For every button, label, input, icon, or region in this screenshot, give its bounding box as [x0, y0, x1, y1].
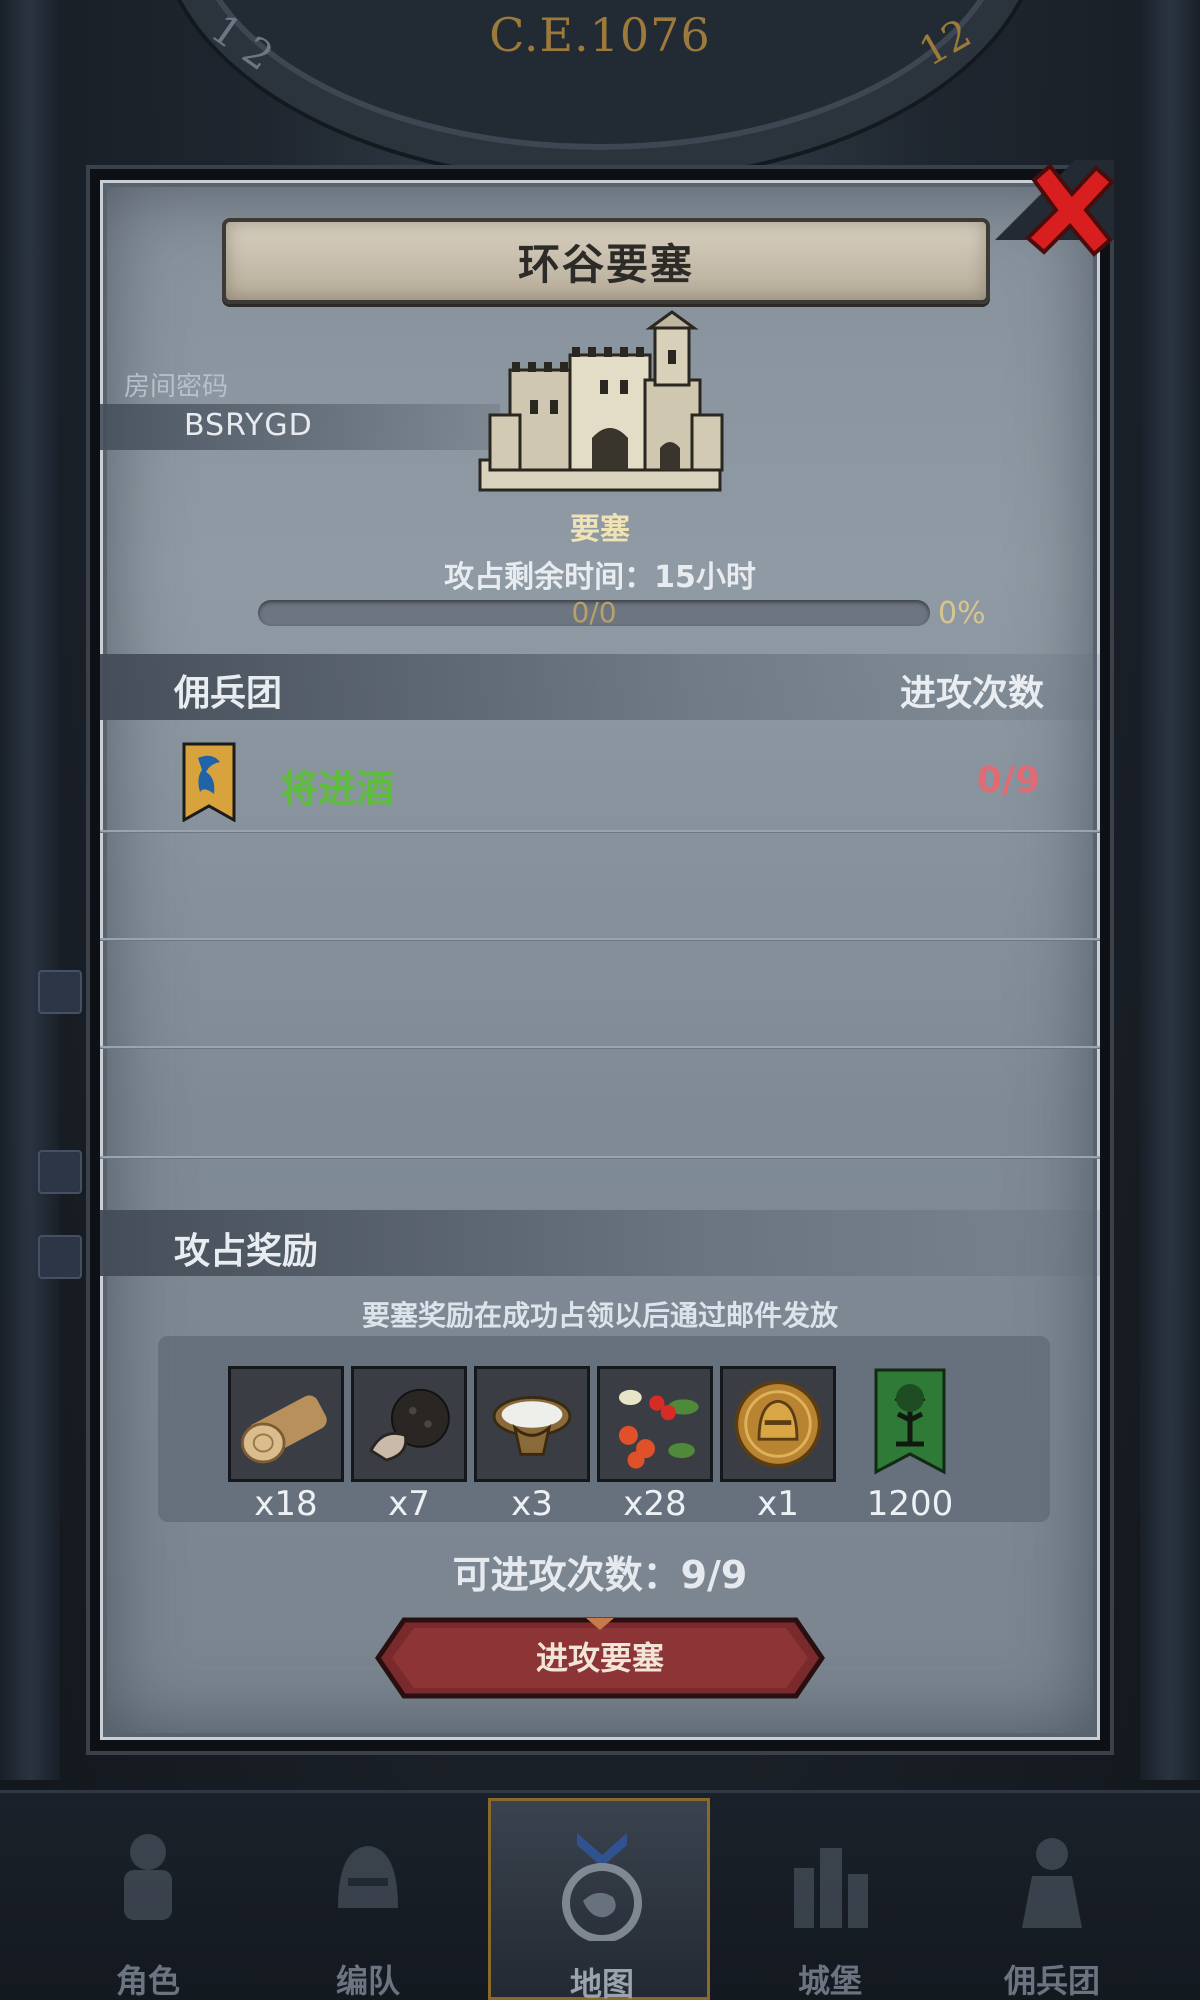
helmet-icon [338, 1846, 398, 1908]
nav-label-mercenary: 佣兵团 [1003, 1962, 1100, 2000]
nav-mercenary[interactable]: 佣兵团 [952, 1798, 1152, 2000]
helmet-coin-icon [723, 1369, 833, 1479]
reward-qty-log: x18 [254, 1484, 318, 1524]
title-plate: 环谷要塞 [222, 218, 990, 304]
map-icon [562, 1833, 642, 1941]
empty-mercenary-row [100, 1050, 1100, 1158]
mercenary-attempts: 0/9 [976, 760, 1040, 801]
capture-progress-count: 0/0 [571, 596, 617, 629]
side-search-icon[interactable] [38, 1235, 82, 1279]
nav-label-formation: 编队 [335, 1962, 400, 2000]
reward-qty-guild-banner: 1200 [866, 1484, 954, 1524]
close-button[interactable] [994, 160, 1120, 260]
reward-slot-log[interactable] [228, 1366, 344, 1482]
nav-label-character: 角色 [115, 1962, 180, 2000]
guild-banner-icon[interactable] [874, 1368, 946, 1476]
reward-qty-helmet-coin: x1 [757, 1484, 799, 1524]
truffle-icon [354, 1369, 464, 1479]
mercenary-icon [1022, 1838, 1082, 1928]
reward-qty-berries: x28 [623, 1484, 687, 1524]
mercenary-header-label: 佣兵团 [174, 673, 283, 714]
knight-icon [124, 1834, 172, 1920]
attack-fortress-button[interactable]: 进攻要塞 [374, 1616, 826, 1700]
left-side-panel [0, 0, 60, 1780]
modal-title: 环谷要塞 [517, 239, 694, 289]
log-icon [231, 1369, 341, 1479]
empty-mercenary-row [100, 940, 1100, 1048]
nav-formation[interactable]: 编队 [268, 1798, 468, 2000]
fortress-type-label: 要塞 [570, 512, 630, 547]
reward-slot-helmet-coin[interactable] [720, 1366, 836, 1482]
reward-slot-berries[interactable] [597, 1366, 713, 1482]
bowl-icon [477, 1369, 587, 1479]
reward-slot-bowl[interactable] [474, 1366, 590, 1482]
reward-qty-truffle: x7 [388, 1484, 430, 1524]
side-target-icon[interactable] [38, 1150, 82, 1194]
calendar-year: C.E.1076 [489, 8, 711, 62]
nav-character[interactable]: 角色 [48, 1798, 248, 2000]
castle-icon [794, 1848, 868, 1928]
nav-label-castle: 城堡 [797, 1962, 862, 2000]
mercenary-name: 将进酒 [280, 767, 395, 811]
fortress-icon [478, 310, 724, 492]
reward-note: 要塞奖励在成功占领以后通过邮件发放 [361, 1299, 838, 1332]
close-icon [1025, 163, 1115, 257]
attacks-remaining: 可进攻次数：9/9 [452, 1553, 748, 1597]
capture-progress-percent: 0% [938, 596, 986, 631]
mercenary-banner-icon [182, 742, 236, 822]
reward-qty-bowl: x3 [511, 1484, 553, 1524]
nav-map[interactable]: 地图 [488, 1798, 710, 2000]
room-code-label: 房间密码 [124, 372, 229, 402]
room-code-value[interactable]: BSRYGD [184, 408, 313, 443]
reward-header-label: 攻占奖励 [174, 1231, 319, 1272]
nav-label-map: 地图 [569, 1965, 634, 2000]
attack-button-label: 进攻要塞 [535, 1639, 664, 1677]
reward-slot-truffle[interactable] [351, 1366, 467, 1482]
right-side-panel [1140, 0, 1200, 1780]
capture-time-remaining: 攻占剩余时间：15小时 [444, 560, 756, 595]
mercenary-row[interactable] [100, 724, 1100, 832]
attempts-header-label: 进攻次数 [899, 673, 1044, 714]
side-crossed-swords-icon[interactable] [38, 970, 82, 1014]
berries-icon [600, 1369, 710, 1479]
empty-mercenary-row [100, 832, 1100, 940]
nav-castle[interactable]: 城堡 [730, 1798, 930, 2000]
